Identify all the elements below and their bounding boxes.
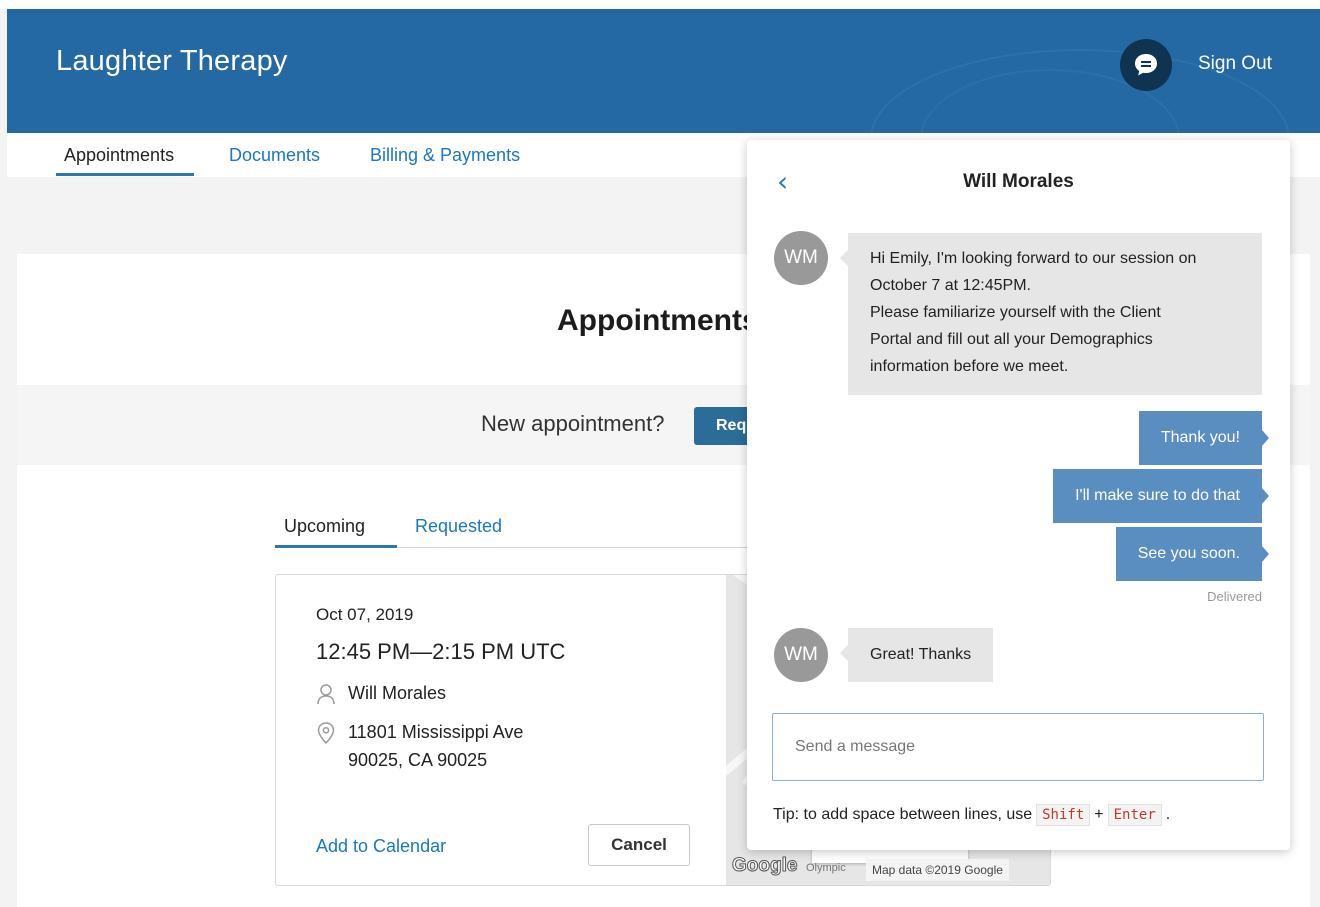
page-title: Appointments bbox=[557, 304, 759, 337]
enter-key-hint: Enter bbox=[1107, 804, 1162, 826]
subtab-requested[interactable]: Requested bbox=[415, 516, 502, 537]
appointment-clinician: Will Morales bbox=[316, 683, 446, 710]
outgoing-message: I'll make sure to do that bbox=[1053, 469, 1269, 523]
incoming-message: Hi Emily, I'm looking forward to our ses… bbox=[840, 233, 1262, 395]
tab-documents[interactable]: Documents bbox=[229, 145, 320, 166]
outgoing-message: Thank you! bbox=[1138, 411, 1270, 465]
location-pin-icon bbox=[316, 721, 348, 774]
appointment-date: Oct 07, 2019 bbox=[316, 605, 414, 624]
person-icon bbox=[316, 683, 348, 710]
message-input[interactable] bbox=[772, 713, 1264, 781]
cancel-appointment-button[interactable]: Cancel bbox=[588, 824, 690, 866]
chat-button[interactable] bbox=[1120, 39, 1172, 91]
address-line1: 11801 Mississippi Ave bbox=[348, 722, 524, 742]
google-logo: Google bbox=[731, 855, 798, 877]
incoming-message: Great! Thanks bbox=[839, 628, 994, 682]
shift-key-hint: Shift bbox=[1036, 804, 1091, 826]
app-title: Laughter Therapy bbox=[56, 45, 288, 77]
avatar: WM bbox=[774, 231, 828, 285]
avatar: WM bbox=[774, 628, 828, 682]
sign-out-link[interactable]: Sign Out bbox=[1198, 53, 1272, 75]
top-strip bbox=[0, 0, 1320, 9]
subtab-upcoming[interactable]: Upcoming bbox=[284, 516, 365, 537]
tab-appointments[interactable]: Appointments bbox=[64, 145, 174, 166]
tab-billing-payments[interactable]: Billing & Payments bbox=[370, 145, 520, 166]
outgoing-message: See you soon. bbox=[1115, 527, 1270, 581]
appointment-time: 12:45 PM—2:15 PM UTC bbox=[316, 639, 566, 664]
chat-panel: ‹ Will Morales WM Hi Emily, I'm looking … bbox=[747, 140, 1290, 850]
add-to-calendar-link[interactable]: Add to Calendar bbox=[316, 836, 446, 857]
delivered-status: Delivered bbox=[1207, 589, 1262, 604]
input-tip: Tip: to add space between lines, use Shi… bbox=[773, 804, 1170, 826]
address-line2: 90025, CA 90025 bbox=[348, 750, 488, 770]
chat-bubble-icon bbox=[1135, 54, 1157, 76]
clinician-name: Will Morales bbox=[348, 683, 447, 703]
new-appointment-prompt: New appointment? bbox=[481, 411, 665, 436]
appointment-address: 11801 Mississippi Ave 90025, CA 90025 bbox=[316, 721, 523, 774]
chat-contact-name: Will Morales bbox=[963, 171, 1074, 192]
active-tab-indicator bbox=[56, 173, 194, 176]
active-subtab-indicator bbox=[275, 545, 397, 548]
map-attribution[interactable]: Map data ©2019 Google bbox=[866, 859, 1009, 881]
map-place-label: Olympic bbox=[806, 862, 846, 874]
app-header: Laughter Therapy Sign Out bbox=[7, 9, 1320, 133]
